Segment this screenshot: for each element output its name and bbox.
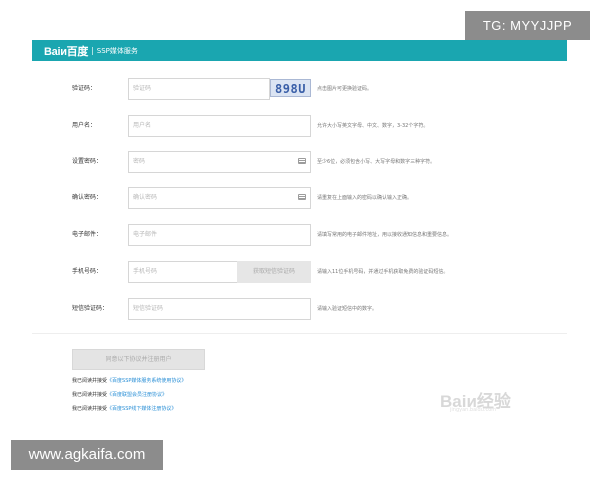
email-placeholder: 电子邮件 [133, 231, 158, 238]
phone-label: 手机号码： [72, 268, 103, 275]
password-hint: 至少6位，必须包含小写、大写字母和数字三种字符。 [317, 159, 436, 165]
baidu-logo[interactable]: Baiи百度 [44, 43, 88, 59]
keyboard-icon[interactable] [298, 158, 306, 164]
email-input[interactable]: 电子邮件 [128, 224, 311, 246]
agreement-prefix: 我已阅读并接受 [72, 392, 108, 398]
agreement-link-ssp-offline[interactable]: 《百度SSP线下媒体注册协议》 [107, 406, 176, 412]
phone-hint: 请输入11位手机号码，并通过手机获取免费的验证码短信。 [317, 269, 449, 275]
tg-overlay-label: TG: MYYJJPP [465, 11, 590, 40]
keyboard-icon[interactable] [298, 194, 306, 200]
password-placeholder: 密码 [133, 158, 146, 165]
sms-code-placeholder: 短信验证码 [133, 305, 164, 312]
captcha-label: 验证码： [72, 85, 97, 92]
agree-and-register-button[interactable]: 同意以下协议并注册用户 [72, 349, 205, 370]
agreement-link-union-member[interactable]: 《百度联盟会员注册协议》 [107, 392, 167, 398]
captcha-image[interactable]: 898U [270, 79, 311, 97]
watermark-url: jingyan.baidu.com [450, 407, 497, 413]
brand-separator: | [91, 46, 94, 55]
email-hint: 请填写常用的电子邮件地址，用以接收通知信息和重要信息。 [317, 232, 453, 238]
baidu-jingyan-watermark: Baiи经验 jingyan.baidu.com [440, 385, 545, 420]
captcha-input[interactable]: 验证码 [128, 78, 270, 100]
phone-placeholder: 手机号码 [133, 268, 158, 275]
username-input[interactable]: 用户名 [128, 115, 311, 137]
sms-code-input[interactable]: 短信验证码 [128, 298, 311, 320]
phone-row: 手机号码： 手机号码 获取短信验证码 请输入11位手机号码，并通过手机获取免费的… [0, 261, 600, 283]
confirm-password-placeholder: 确认密码 [133, 194, 158, 201]
password-input[interactable]: 密码 [128, 151, 311, 173]
agreement-link-ssp-usage[interactable]: 《百度SSP媒体服务系统使用协议》 [107, 378, 186, 384]
password-row: 设置密码： 密码 至少6位，必须包含小写、大写字母和数字三种字符。 [0, 151, 600, 173]
username-label: 用户名： [72, 122, 97, 129]
email-label: 电子邮件： [72, 231, 103, 238]
sms-code-label: 短信验证码： [72, 305, 109, 312]
confirm-password-hint: 请重复在上面输入的密码以确认输入正确。 [317, 195, 413, 201]
captcha-placeholder: 验证码 [133, 85, 152, 92]
password-label: 设置密码： [72, 158, 103, 165]
header-bar: Baiи百度 | SSP媒体服务 [32, 40, 567, 61]
confirm-password-row: 确认密码： 确认密码 请重复在上面输入的密码以确认输入正确。 [0, 187, 600, 209]
captcha-row: 验证码： 验证码 898U 点击图片可更换验证码。 [0, 78, 600, 100]
username-placeholder: 用户名 [133, 122, 152, 129]
sms-code-hint: 请输入验证短信中的数字。 [317, 306, 378, 312]
username-hint: 允许大小写英文字母、中文、数字，3-32个字符。 [317, 123, 429, 129]
agreement-prefix: 我已阅读并接受 [72, 378, 108, 384]
username-row: 用户名： 用户名 允许大小写英文字母、中文、数字，3-32个字符。 [0, 115, 600, 137]
get-sms-code-button[interactable]: 获取短信验证码 [237, 261, 311, 283]
site-overlay-label: www.agkaifa.com [11, 440, 163, 470]
captcha-hint: 点击图片可更换验证码。 [317, 86, 373, 92]
form-divider [32, 333, 567, 334]
agreement-line: 我已阅读并接受《百度联盟会员注册协议》 [72, 389, 167, 401]
header-title: SSP媒体服务 [96, 46, 138, 55]
brand: Baiи百度 | SSP媒体服务 [44, 40, 138, 61]
phone-input[interactable]: 手机号码 [128, 261, 238, 283]
confirm-password-input[interactable]: 确认密码 [128, 187, 311, 209]
agreement-prefix: 我已阅读并接受 [72, 406, 108, 412]
confirm-password-label: 确认密码： [72, 194, 103, 201]
email-row: 电子邮件： 电子邮件 请填写常用的电子邮件地址，用以接收通知信息和重要信息。 [0, 224, 600, 246]
agreement-line: 我已阅读并接受《百度SSP线下媒体注册协议》 [72, 403, 176, 415]
agreement-line: 我已阅读并接受《百度SSP媒体服务系统使用协议》 [72, 375, 186, 387]
sms-code-row: 短信验证码： 短信验证码 请输入验证短信中的数字。 [0, 298, 600, 320]
